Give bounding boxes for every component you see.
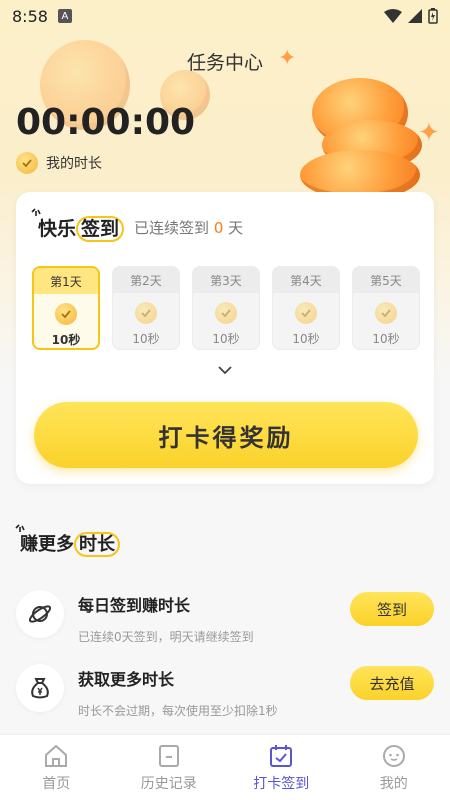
- battery-icon: [428, 8, 438, 24]
- profile-icon: [382, 745, 405, 767]
- coin-icon: [16, 152, 38, 174]
- notification-icon: A: [57, 9, 72, 23]
- task-description: 已连续0天签到，明天请继续签到: [78, 630, 254, 644]
- streak-days: 0: [213, 219, 224, 237]
- signin-days: 第1天 10秒 第2天 10秒 第3天 10秒 第4天 10秒 第5天 10秒: [32, 266, 420, 350]
- sparkle-icon: [31, 208, 41, 216]
- status-bar: 8:58 A: [0, 0, 450, 32]
- planet-icon: [28, 605, 52, 623]
- coin-icon: [295, 302, 317, 324]
- coin-icon: [375, 302, 397, 324]
- day-card[interactable]: 第1天 10秒: [32, 266, 100, 350]
- history-icon: [158, 745, 179, 767]
- daily-signin-button[interactable]: 签到: [350, 592, 434, 626]
- coin-icon: [55, 303, 77, 325]
- nav-item-checkin[interactable]: 打卡签到: [225, 735, 338, 800]
- bottom-nav: 首页 历史记录 打卡签到 我的: [0, 734, 450, 800]
- day-card[interactable]: 第4天 10秒: [272, 266, 340, 350]
- task-title: 每日签到赚时长: [78, 596, 191, 615]
- checkin-icon: [270, 745, 293, 767]
- task-item: 获取更多时长 时长不会过期，每次使用至少扣除1秒 去充值: [16, 664, 434, 726]
- signin-header: 快乐 签到 已连续签到 0 天: [31, 208, 244, 242]
- page-title: 任务中心: [186, 52, 263, 74]
- my-time-row[interactable]: 我的时长: [16, 152, 102, 174]
- home-icon: [45, 744, 68, 767]
- chevron-down-icon[interactable]: [216, 364, 234, 376]
- coin-icon: [215, 302, 237, 324]
- status-time: 8:58: [12, 6, 48, 26]
- wifi-icon: [384, 9, 402, 23]
- checkin-reward-button[interactable]: 打卡得奖励: [34, 402, 418, 468]
- nav-item-home[interactable]: 首页: [0, 735, 113, 800]
- coin-icon: [135, 302, 157, 324]
- streak-text: 已连续签到 0 天: [134, 219, 244, 237]
- task-title: 获取更多时长: [78, 670, 175, 689]
- star-decoration: ✦: [418, 118, 440, 148]
- recharge-button[interactable]: 去充值: [350, 666, 434, 700]
- day-card[interactable]: 第3天 10秒: [192, 266, 260, 350]
- money-bag-icon: [31, 678, 49, 699]
- signin-title: 快乐 签到: [31, 208, 125, 242]
- my-time-label: 我的时长: [46, 156, 102, 172]
- signal-icon: [408, 9, 422, 23]
- signin-card: 快乐 签到 已连续签到 0 天 第1天 10秒 第2天 10秒 第3天 10秒 第…: [16, 192, 434, 484]
- sparkle-icon: [15, 524, 25, 532]
- task-description: 时长不会过期，每次使用至少扣除1秒: [78, 704, 278, 718]
- nav-item-profile[interactable]: 我的: [338, 735, 450, 800]
- day-card[interactable]: 第5天 10秒: [352, 266, 420, 350]
- task-item: 每日签到赚时长 已连续0天签到，明天请继续签到 签到: [16, 590, 434, 652]
- earn-section-title: 赚更多 时长: [15, 524, 120, 557]
- nav-item-history[interactable]: 历史记录: [113, 735, 226, 800]
- time-remaining-display: 00:00:00: [16, 102, 196, 143]
- day-card[interactable]: 第2天 10秒: [112, 266, 180, 350]
